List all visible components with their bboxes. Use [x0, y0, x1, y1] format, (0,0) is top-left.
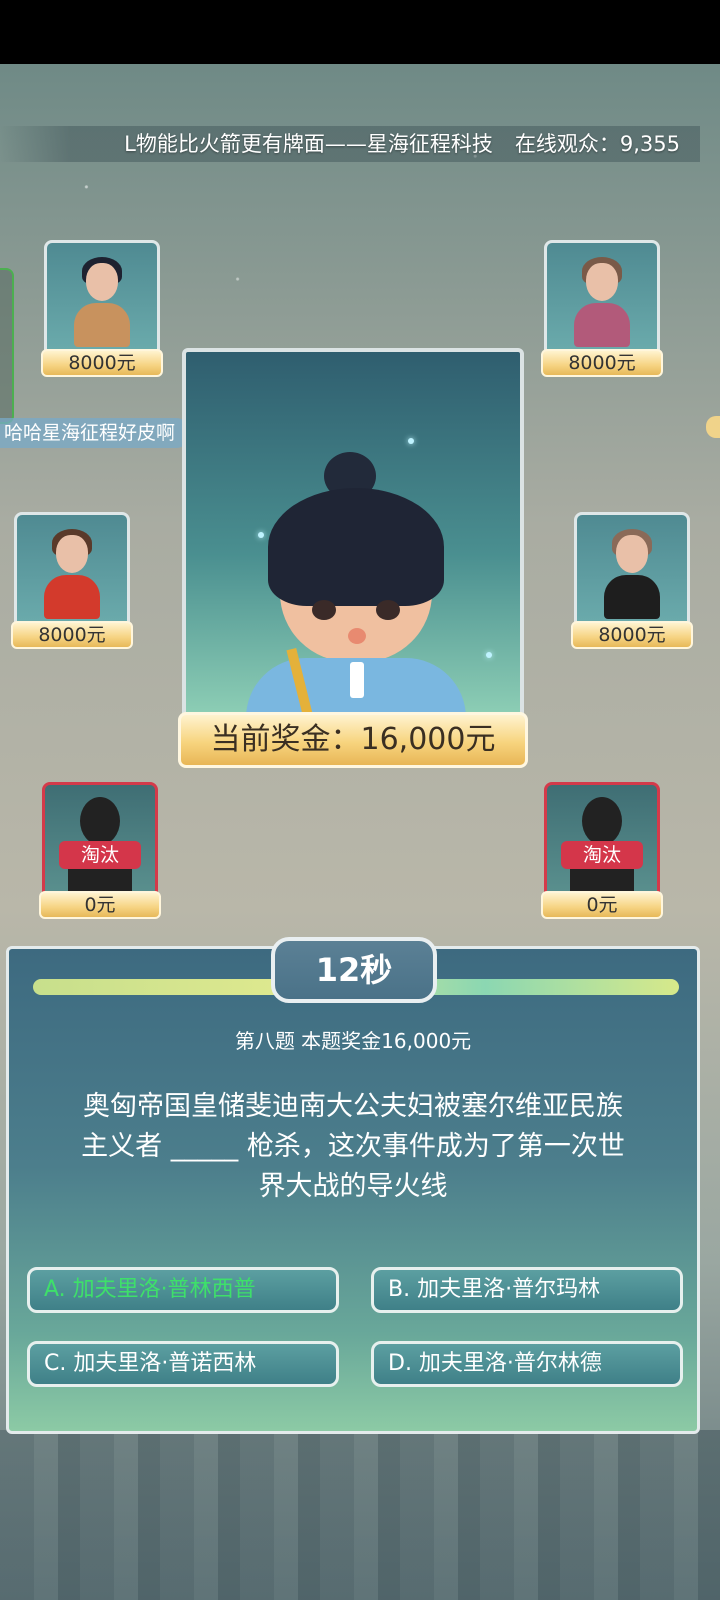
contestant-top-right[interactable]: 8000元 [541, 240, 663, 377]
online-viewers: 在线观众：9,355 [514, 132, 680, 156]
city-skyline [0, 1430, 720, 1600]
answer-option-a[interactable]: A. 加夫里洛·普林西普 [27, 1267, 339, 1313]
contestant-top-left[interactable]: 8000元 [41, 240, 163, 377]
current-jackpot: 当前奖金：16,000元 [178, 712, 528, 768]
host-stage [182, 348, 524, 724]
chat-bubble: 哈哈星海征程好皮啊 [0, 418, 192, 448]
sparkle-icon [486, 652, 492, 658]
ticker-text: L物能比火箭更有牌面——星海征程科技 [124, 132, 493, 156]
contestant-prize: 8000元 [11, 621, 133, 649]
contestant-prize: 0元 [39, 891, 161, 919]
contestant-prize: 0元 [541, 891, 663, 919]
eliminated-tag: 淘汰 [561, 841, 643, 869]
contestant-avatar [72, 255, 132, 347]
sparkle-icon [408, 438, 414, 444]
left-side-tab[interactable] [0, 268, 14, 424]
question-title: 第八题 本题奖金16,000元 [234, 1029, 472, 1053]
host-character [246, 452, 466, 720]
contestant-prize: 8000元 [41, 349, 163, 377]
question-line: 界大战的导火线 [258, 1171, 448, 1202]
question-line: 奥匈帝国皇储斐迪南大公夫妇被塞尔维亚民族 [83, 1091, 623, 1122]
contestant-mid-right[interactable]: 8000元 [571, 512, 693, 649]
game-scene: L物能比火箭更有牌面——星海征程科技 在线观众：9,355 8000元 8000元… [0, 64, 720, 1600]
question-text: 奥匈帝国皇储斐迪南大公夫妇被塞尔维亚民族 主义者 _____ 枪杀，这次事件成为… [51, 1087, 655, 1207]
question-panel: 12秒 第八题 本题奖金16,000元 奥匈帝国皇储斐迪南大公夫妇被塞尔维亚民族… [6, 937, 700, 1434]
contestant-avatar [42, 527, 102, 619]
contestant-avatar [572, 255, 632, 347]
live-ticker: L物能比火箭更有牌面——星海征程科技 在线观众：9,355 [0, 126, 700, 162]
answer-option-c[interactable]: C. 加夫里洛·普诺西林 [27, 1341, 339, 1387]
right-side-tab[interactable] [706, 416, 720, 438]
contestant-avatar [602, 527, 662, 619]
answer-option-b[interactable]: B. 加夫里洛·普尔玛林 [371, 1267, 683, 1313]
contestant-prize: 8000元 [541, 349, 663, 377]
contestant-prize: 8000元 [571, 621, 693, 649]
question-line: 主义者 _____ 枪杀，这次事件成为了第一次世 [81, 1131, 625, 1162]
countdown-timer: 12秒 [271, 937, 437, 1003]
contestant-bottom-right[interactable]: 淘汰 0元 [541, 782, 663, 919]
eliminated-tag: 淘汰 [59, 841, 141, 869]
contestant-bottom-left[interactable]: 淘汰 0元 [39, 782, 161, 919]
contestant-mid-left[interactable]: 8000元 [11, 512, 133, 649]
answer-option-d[interactable]: D. 加夫里洛·普尔林德 [371, 1341, 683, 1387]
